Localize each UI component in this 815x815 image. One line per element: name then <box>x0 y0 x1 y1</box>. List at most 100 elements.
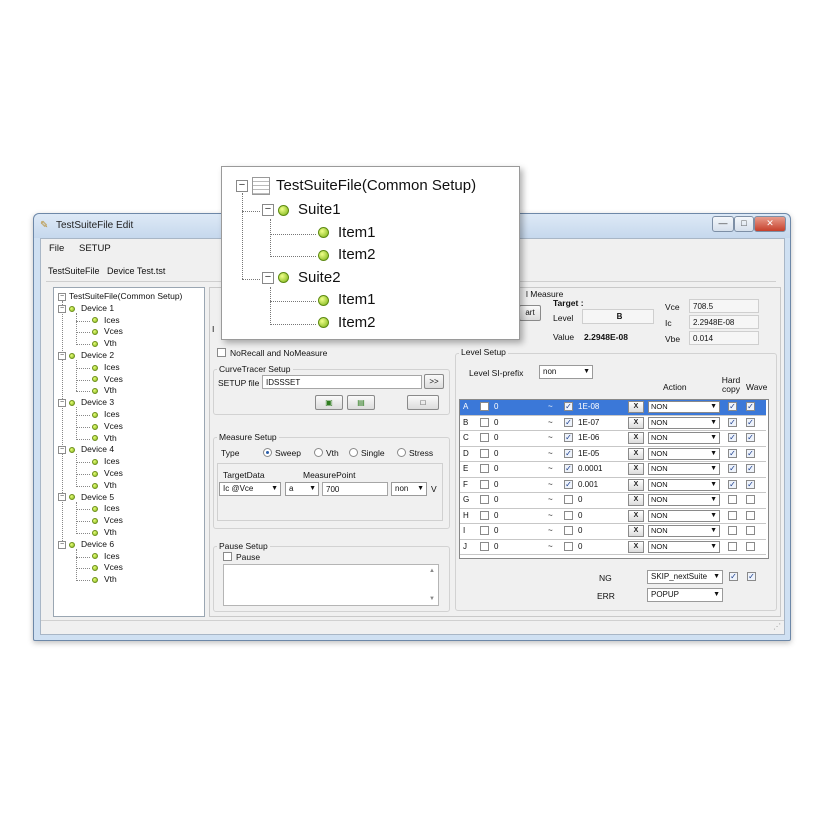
clear-button[interactable]: □ <box>407 395 439 410</box>
action-select[interactable]: NON ▼ <box>648 509 720 522</box>
type-sweep-radio[interactable] <box>263 448 272 457</box>
tree-device-node[interactable]: − Device 5 <box>58 492 114 502</box>
tree-item-node[interactable]: Ices <box>92 456 120 466</box>
collapse-icon[interactable]: − <box>58 351 66 360</box>
action-select[interactable]: NON ▼ <box>648 416 720 429</box>
wave-checkbox[interactable] <box>746 541 755 551</box>
hardcopy-checkbox[interactable] <box>728 495 737 504</box>
scroll-up-icon[interactable]: ▲ <box>429 568 435 574</box>
high-enable-checkbox[interactable]: ✓ <box>564 479 573 489</box>
hardcopy-checkbox[interactable] <box>728 541 737 551</box>
level-row[interactable]: H 0 ~0 X NON ▼ <box>460 509 766 524</box>
norecall-checkbox[interactable] <box>217 348 226 357</box>
type-single-radio[interactable] <box>349 448 358 457</box>
si-prefix-select[interactable]: non ▼ <box>539 365 593 379</box>
pause-checkbox[interactable] <box>223 552 232 561</box>
action-select[interactable]: NON ▼ <box>648 401 720 413</box>
clear-level-button[interactable]: X <box>628 540 644 553</box>
suite-tree-panel[interactable]: − TestSuiteFile(Common Setup) − Device 1 Ice… <box>53 287 205 617</box>
pause-message-textarea[interactable]: ▲ ▼ <box>223 564 439 606</box>
ng-action-select[interactable]: SKIP_nextSuite ▼ <box>647 570 723 584</box>
wave-checkbox[interactable]: ✓ <box>746 433 755 442</box>
tree-item-node[interactable]: Vth <box>92 433 117 443</box>
high-enable-checkbox[interactable] <box>564 526 573 535</box>
tree-item-node[interactable]: Vth <box>92 480 117 490</box>
wave-checkbox[interactable]: ✓ <box>746 448 755 458</box>
high-enable-checkbox[interactable]: ✓ <box>564 417 573 427</box>
setup-file-input[interactable]: IDSSSET <box>262 375 422 389</box>
high-enable-checkbox[interactable]: ✓ <box>564 448 573 458</box>
tree-item-node[interactable]: Ices <box>92 362 120 372</box>
tree-item-node[interactable]: Vces <box>92 515 123 525</box>
collapse-icon[interactable]: − <box>58 446 66 455</box>
hardcopy-checkbox[interactable]: ✓ <box>728 464 737 473</box>
high-enable-checkbox[interactable]: ✓ <box>564 464 573 473</box>
high-enable-checkbox[interactable]: ✓ <box>564 433 573 442</box>
clear-level-button[interactable]: X <box>628 478 644 491</box>
action-select[interactable]: NON ▼ <box>648 540 720 553</box>
type-vth-radio[interactable] <box>314 448 323 457</box>
tab-device-test[interactable]: Device Test.tst <box>107 266 165 276</box>
low-enable-checkbox[interactable] <box>480 464 489 473</box>
resize-grip-icon[interactable]: ⋰ <box>773 622 781 631</box>
clear-level-button[interactable]: X <box>628 401 644 413</box>
tree-item-node[interactable]: Vth <box>92 385 117 395</box>
level-row[interactable]: G 0 ~0 X NON ▼ <box>460 493 766 509</box>
collapse-icon[interactable]: − <box>58 493 66 502</box>
wave-checkbox[interactable] <box>746 510 755 520</box>
err-action-select[interactable]: POPUP ▼ <box>647 588 723 602</box>
open-folder-button[interactable]: ▣ <box>315 395 343 410</box>
tree-item-node[interactable]: Vces <box>92 562 123 572</box>
collapse-icon[interactable]: − <box>58 292 66 301</box>
tree-device-node[interactable]: − Device 6 <box>58 539 114 549</box>
high-enable-checkbox[interactable] <box>564 541 573 551</box>
tree-item-node[interactable]: Vces <box>92 326 123 336</box>
collapse-icon[interactable]: − <box>58 304 66 313</box>
tree-item-node[interactable]: Ices <box>92 409 120 419</box>
high-enable-checkbox[interactable] <box>564 495 573 504</box>
tree-item-node[interactable]: Vth <box>92 527 117 537</box>
tab-testsuitefile[interactable]: TestSuiteFile <box>48 266 100 276</box>
clear-level-button[interactable]: X <box>628 509 644 522</box>
tree-device-node[interactable]: − Device 1 <box>58 303 114 313</box>
high-enable-checkbox[interactable]: ✓ <box>564 402 573 411</box>
tree-root-node[interactable]: − TestSuiteFile(Common Setup) <box>58 291 182 301</box>
start-button[interactable]: art <box>519 305 541 321</box>
low-enable-checkbox[interactable] <box>480 526 489 535</box>
clear-level-button[interactable]: X <box>628 494 644 506</box>
low-enable-checkbox[interactable] <box>480 417 489 427</box>
wave-checkbox[interactable]: ✓ <box>746 417 755 427</box>
measurepoint-prefix-select[interactable]: non ▼ <box>391 482 427 496</box>
minimize-button[interactable]: — <box>712 216 734 232</box>
hardcopy-checkbox[interactable] <box>728 510 737 520</box>
clear-level-button[interactable]: X <box>628 416 644 429</box>
hardcopy-checkbox[interactable] <box>728 526 737 535</box>
clear-level-button[interactable]: X <box>628 432 644 444</box>
level-row[interactable]: I 0 ~0 X NON ▼ <box>460 524 766 540</box>
action-select[interactable]: NON ▼ <box>648 447 720 460</box>
maximize-button[interactable]: □ <box>734 216 754 232</box>
tree-device-node[interactable]: − Device 3 <box>58 397 114 407</box>
tree-device-node[interactable]: − Device 4 <box>58 444 114 454</box>
low-enable-checkbox[interactable] <box>480 495 489 504</box>
low-enable-checkbox[interactable] <box>480 433 489 442</box>
close-button[interactable]: ✕ <box>754 216 786 232</box>
wave-checkbox[interactable]: ✓ <box>746 464 755 473</box>
level-row[interactable]: J 0 ~0 X NON ▼ <box>460 540 766 555</box>
tree-item-node[interactable]: Vces <box>92 421 123 431</box>
menu-file[interactable]: File <box>49 243 64 254</box>
action-select[interactable]: NON ▼ <box>648 494 720 506</box>
type-stress-radio[interactable] <box>397 448 406 457</box>
collapse-icon[interactable]: − <box>58 540 66 549</box>
level-table[interactable]: A 0 ~ ✓ 1E-08 X NON ▼ ✓ ✓ B 0 ~ ✓ 1E-07 X NON ▼ ✓ ✓ C 0 ~ ✓ 1E-0… <box>459 399 769 559</box>
clear-level-button[interactable]: X <box>628 463 644 475</box>
clear-level-button[interactable]: X <box>628 447 644 460</box>
low-enable-checkbox[interactable] <box>480 448 489 458</box>
low-enable-checkbox[interactable] <box>480 479 489 489</box>
hardcopy-checkbox[interactable]: ✓ <box>728 479 737 489</box>
tree-item-node[interactable]: Vth <box>92 338 117 348</box>
ng-hardcopy-checkbox[interactable]: ✓ <box>729 572 738 581</box>
level-row[interactable]: E 0 ~ ✓ 0.0001 X NON ▼ ✓ ✓ <box>460 462 766 478</box>
wave-checkbox[interactable]: ✓ <box>746 402 755 411</box>
hardcopy-checkbox[interactable]: ✓ <box>728 417 737 427</box>
